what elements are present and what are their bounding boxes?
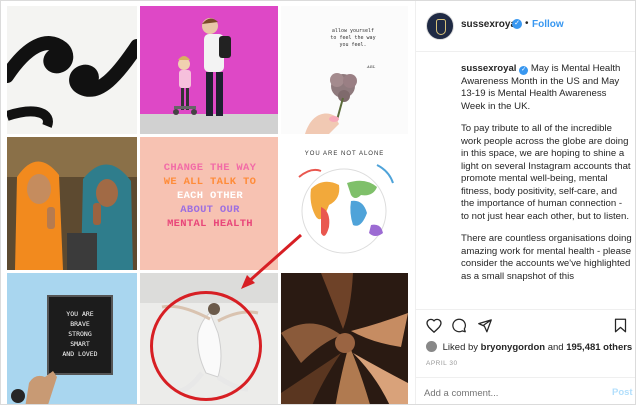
change-line-5: MENTAL HEALTH [167,218,253,230]
instagram-post-window: allow yourself to feel the way you feel.… [0,0,636,405]
tile-change-the-way: CHANGE THE WAY WE ALL TALK TO EACH OTHER… [140,137,278,270]
liked-count-link[interactable]: 195,481 others [566,342,632,353]
change-line-3: EACH OTHER [176,190,243,202]
comment-input[interactable] [424,386,594,400]
profile-avatar[interactable] [426,12,454,40]
action-bar [416,309,635,338]
verified-badge-icon: ✓ [512,19,522,29]
tile-dancer [140,273,278,404]
post-comment-button[interactable]: Post [612,387,633,398]
change-line-4: ABOUT OUR [180,204,240,216]
liked-by-line: Liked by bryonygordon and 195,481 others [426,341,632,353]
change-line-1: CHANGE THE WAY [163,162,257,174]
heart-icon[interactable] [426,318,442,333]
user-avatar-icon[interactable] [11,389,25,403]
caption-paragraph-2: There are countless organisations doing … [461,233,632,282]
liked-and: and [547,342,564,353]
tile-letter-board: YOU ARE BRAVE STRONG SMART AND LOVED [7,273,137,404]
header-username[interactable]: sussexroyal [461,19,519,30]
change-the-way-text: CHANGE THE WAY WE ALL TALK TO EACH OTHER… [146,161,274,231]
flower-illustration [330,73,357,121]
follow-button[interactable]: Follow [532,19,564,30]
post-details-panel: sussexroyal ✓ • Follow sussexroyal ✓ May… [415,1,635,404]
tile-reaching-hands [7,6,137,134]
post-header: sussexroyal ✓ • Follow [416,1,635,52]
tile-two-women [7,137,137,270]
caption-area: sussexroyal ✓ May is Mental Health Aware… [426,63,632,306]
separator-dot: • [525,18,529,29]
post-date: APRIL 30 [426,360,458,367]
tile-not-alone-globe: YOU ARE NOT ALONE [281,137,408,270]
share-icon[interactable] [477,318,493,333]
tile-father-daughter [140,6,278,134]
comment-icon[interactable] [451,318,467,333]
save-icon[interactable] [614,318,627,333]
liked-prefix: Liked by [442,342,479,353]
liked-user-link[interactable]: bryonygordon [481,342,545,353]
caption-username[interactable]: sussexroyal [461,63,516,74]
annotation-circle [150,291,262,401]
change-line-2: WE ALL TALK TO [163,176,257,188]
verified-badge-icon: ✓ [519,66,529,75]
post-image-collage[interactable]: allow yourself to feel the way you feel.… [1,1,413,404]
caption-lead: sussexroyal ✓ May is Mental Health Aware… [461,63,632,113]
liker-avatar [426,341,437,352]
comment-box: Post [416,377,635,404]
tile-joined-hands [281,273,408,404]
caption-paragraph-1: To pay tribute to all of the incredible … [461,123,631,222]
tile-flower-quote: allow yourself to feel the way you feel.… [281,6,408,134]
